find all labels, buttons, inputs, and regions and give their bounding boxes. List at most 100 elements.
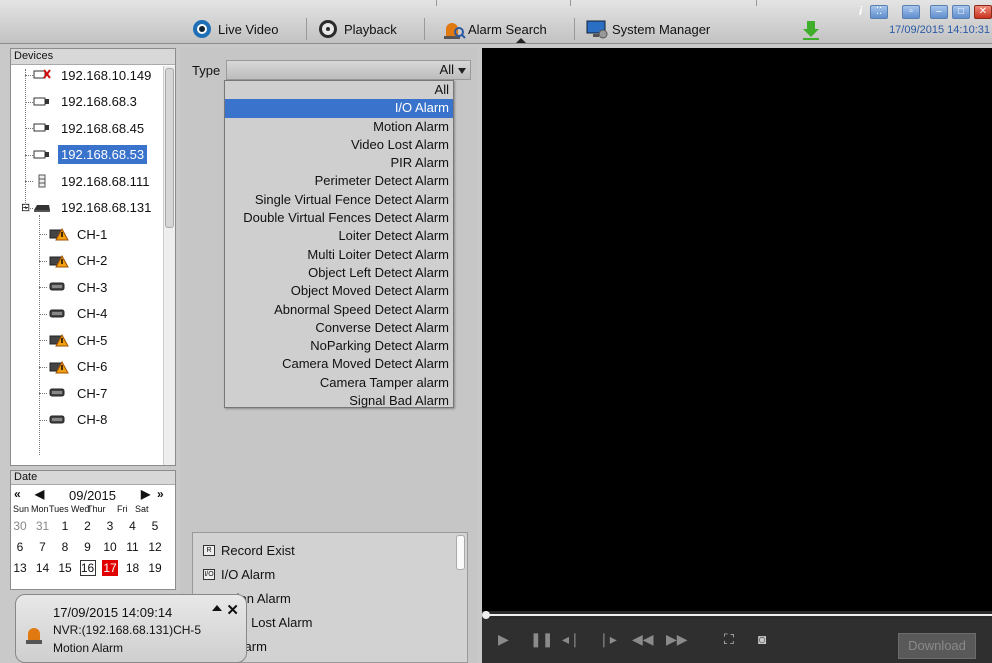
calendar-day[interactable]: 15 [57,560,73,576]
calendar-day[interactable]: 10 [102,539,118,555]
type-option[interactable]: All [225,81,453,99]
calendar-day[interactable]: 2 [80,518,96,534]
legend-scrollbar[interactable] [456,535,465,660]
scrollbar-thumb[interactable] [456,535,465,570]
type-option[interactable]: Multi Loiter Detect Alarm [225,246,453,264]
prev-year-icon[interactable]: « [14,487,21,501]
scrollbar-thumb[interactable] [165,68,174,228]
type-option[interactable]: Signal Bad Alarm [225,392,453,410]
maximize-button[interactable]: □ [952,5,970,19]
play-icon[interactable]: ▶ [498,631,509,648]
channel-item[interactable]: CH-6 [49,355,201,379]
calendar-day[interactable]: 18 [125,560,141,576]
channel-alarm-icon [49,333,69,347]
weekday-label: Sat [135,504,149,514]
calendar-day[interactable]: 7 [35,539,51,555]
collapse-icon[interactable] [212,605,222,611]
calendar-day[interactable]: 11 [125,539,141,555]
type-option[interactable]: Loiter Detect Alarm [225,227,453,245]
type-option[interactable]: Object Moved Detect Alarm [225,282,453,300]
type-select[interactable]: All [226,60,471,80]
channel-icon [49,413,69,427]
slow-icon[interactable]: ◀◀ [632,631,654,648]
calendar-day[interactable]: 13 [12,560,28,576]
tree-connector [39,234,47,235]
type-option[interactable]: NoParking Detect Alarm [225,337,453,355]
calendar-day[interactable]: 9 [80,539,96,555]
calendar-day[interactable]: 14 [35,560,51,576]
tree-connector [25,207,33,209]
info-icon[interactable]: i [859,4,862,18]
camera-icon [33,95,53,109]
close-button[interactable]: ✕ [974,5,992,19]
snapshot-icon[interactable]: ◙ [758,631,766,647]
weekday-label: Thur [87,504,106,514]
live-video-tab[interactable]: Live Video [186,16,284,42]
type-option[interactable]: I/O Alarm [225,99,453,118]
playback-tab[interactable]: Playback [312,16,403,42]
calendar-day[interactable]: 19 [147,560,163,576]
calendar-day[interactable]: 3 [102,518,118,534]
type-option[interactable]: PIR Alarm [225,154,453,172]
step-back-icon[interactable]: ◂❘ [562,631,581,648]
weekday-label: Fri [117,504,128,514]
video-viewport[interactable] [482,48,992,611]
layout-button[interactable]: ⁚⁚ [870,5,888,19]
type-option[interactable]: Video Lost Alarm [225,136,453,154]
calendar-day[interactable]: 6 [12,539,28,555]
type-option[interactable]: Camera Moved Detect Alarm [225,355,453,373]
channel-item[interactable]: CH-5 [49,328,201,352]
calendar-day[interactable]: 30 [12,518,28,534]
type-option[interactable]: Abnormal Speed Detect Alarm [225,301,453,319]
seek-handle[interactable] [482,611,490,619]
calendar-day[interactable]: 12 [147,539,163,555]
calendar-day[interactable]: 1 [57,518,73,534]
type-option[interactable]: Single Virtual Fence Detect Alarm [225,191,453,209]
type-option[interactable]: Converse Detect Alarm [225,319,453,337]
type-option[interactable]: Object Left Detect Alarm [225,264,453,282]
channel-item[interactable]: CH-2 [49,249,201,273]
next-year-icon[interactable]: » [157,487,164,501]
seek-bar[interactable] [482,611,992,619]
tree-item-label: CH-1 [77,226,108,242]
calendar-day[interactable]: 5 [147,518,163,534]
step-forward-icon[interactable]: ❘▸ [598,631,617,648]
pause-icon[interactable]: ❚❚ [530,631,553,648]
channel-alarm-icon [49,360,69,374]
type-option[interactable]: Double Virtual Fences Detect Alarm [225,209,453,227]
channel-item[interactable]: CH-4 [49,302,201,326]
tree-connector [39,215,40,455]
seek-track [488,614,992,616]
alarm-search-panel: Type All All I/O Alarm Motion Alarm Video L… [180,48,478,663]
type-option[interactable]: Camera Tamper alarm [225,374,453,392]
prev-month-icon[interactable]: ◀ [35,487,44,501]
minimize-button[interactable]: – [930,5,948,19]
download-button[interactable]: Download [898,633,976,659]
channel-alarm-icon [49,227,69,241]
channel-item[interactable]: CH-3 [49,275,201,299]
channel-item[interactable]: CH-1 [49,222,201,246]
alarm-time: 17/09/2015 14:09:14 [53,605,173,620]
channel-item[interactable]: CH-7 [49,381,201,405]
system-manager-tab[interactable]: System Manager [580,16,716,42]
alarm-search-tab[interactable]: Alarm Search [436,16,553,42]
restore-button[interactable]: ▫ [902,5,920,19]
next-month-icon[interactable]: ▶ [141,487,150,501]
system-manager-label: System Manager [612,21,711,37]
type-option[interactable]: Motion Alarm [225,118,453,136]
calendar-day[interactable]: 16 [79,560,96,576]
channel-item[interactable]: CH-8 [49,408,201,432]
calendar-day[interactable]: 31 [35,518,51,534]
download-arrow-icon[interactable] [802,20,820,43]
calendar-day[interactable]: 17 [102,560,118,576]
tree-connector [25,128,33,129]
calendar-day[interactable]: 8 [57,539,73,555]
tree-item-label: 192.168.68.45 [61,120,145,136]
calendar-day[interactable]: 4 [125,518,141,534]
type-option[interactable]: Perimeter Detect Alarm [225,172,453,190]
channel-icon [49,307,69,321]
devices-scrollbar[interactable] [163,66,175,465]
fullscreen-icon[interactable]: ⛶ [724,631,734,648]
close-icon[interactable]: ✕ [226,601,239,619]
fast-icon[interactable]: ▶▶ [666,631,688,648]
